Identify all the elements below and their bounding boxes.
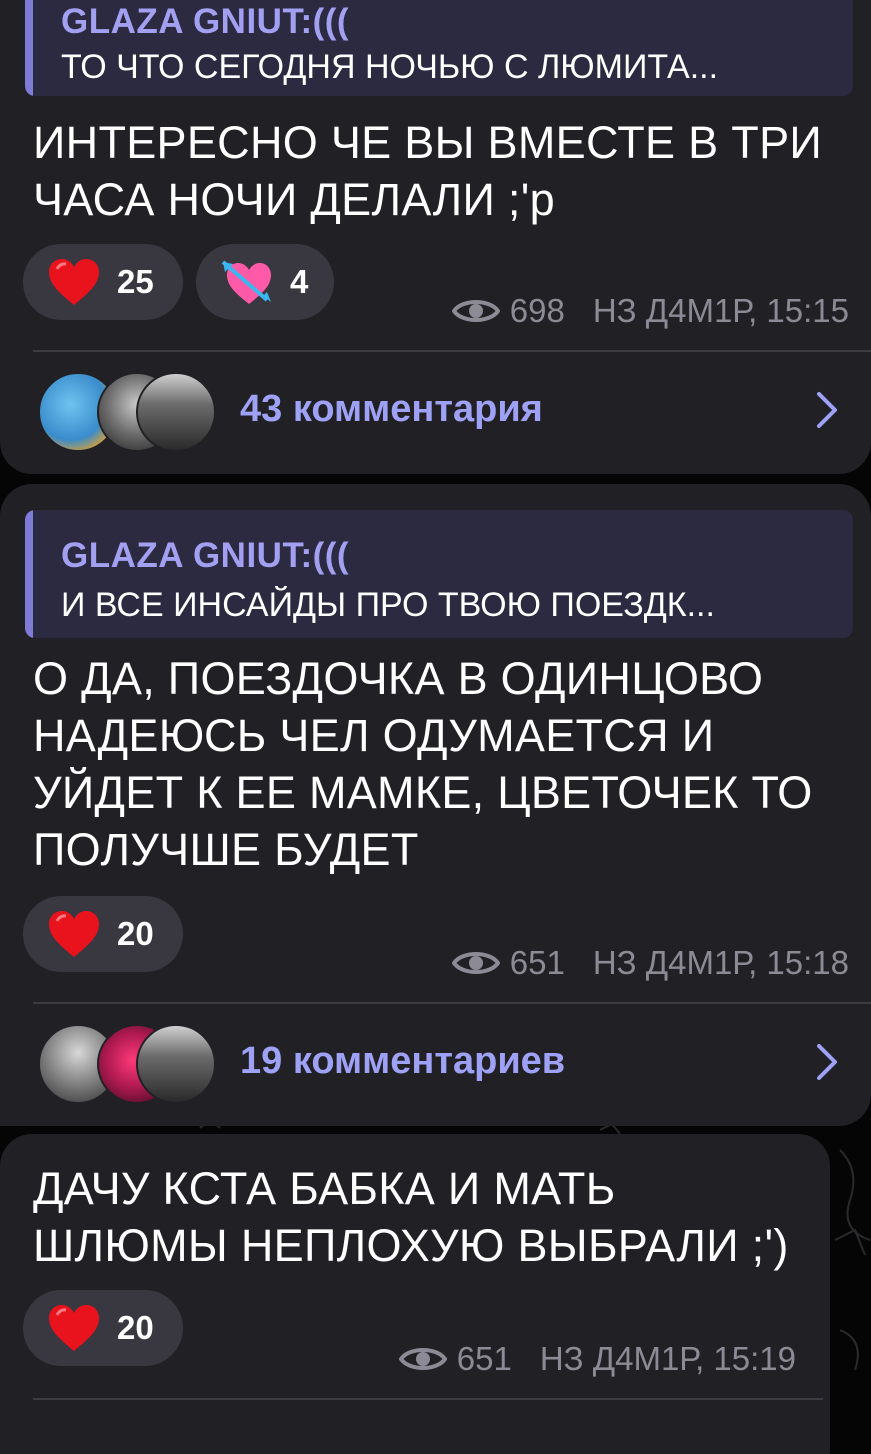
message-meta: 651 НЗ Д4М1Р, 15:19 xyxy=(398,1340,796,1378)
heart-with-arrow-icon xyxy=(216,251,278,313)
message-meta: 698 НЗ Д4М1Р, 15:15 xyxy=(451,292,849,330)
reply-quote[interactable]: GLAZA GNIUT:((( ТО ЧТО СЕГОДНЯ НОЧЬЮ С Л… xyxy=(25,0,853,96)
eye-icon xyxy=(398,1348,447,1370)
divider xyxy=(33,1002,871,1004)
red-heart-icon xyxy=(43,1297,105,1359)
view-count: 651 xyxy=(509,944,565,981)
message-bubble[interactable]: GLAZA GNIUT:((( И ВСЕ ИНСАЙДЫ ПРО ТВОЮ П… xyxy=(0,484,871,1126)
message-bubble[interactable]: ДАЧУ КСТА БАБКА И МАТЬ ШЛЮМЫ НЕПЛОХУЮ ВЫ… xyxy=(0,1134,830,1454)
author-time: НЗ Д4М1Р, 15:19 xyxy=(539,1340,796,1377)
quote-author: GLAZA GNIUT:((( xyxy=(61,2,350,41)
reaction-heart[interactable]: 25 xyxy=(23,244,183,320)
quote-text: ТО ЧТО СЕГОДНЯ НОЧЬЮ С ЛЮМИТА... xyxy=(61,48,719,86)
reply-quote[interactable]: GLAZA GNIUT:((( И ВСЕ ИНСАЙДЫ ПРО ТВОЮ П… xyxy=(25,510,853,638)
comments-count-label: 19 комментариев xyxy=(240,1040,566,1082)
divider xyxy=(33,1398,823,1400)
reaction-count: 4 xyxy=(290,263,309,300)
message-text: О ДА, ПОЕЗДОЧКА В ОДИНЦОВО НАДЕЮСЬ ЧЕЛ О… xyxy=(33,653,813,875)
view-count: 651 xyxy=(456,1340,512,1377)
quote-accent-bar xyxy=(25,0,33,96)
message-text: ДАЧУ КСТА БАБКА И МАТЬ ШЛЮМЫ НЕПЛОХУЮ ВЫ… xyxy=(33,1163,789,1271)
reaction-heart[interactable]: 20 xyxy=(23,896,183,972)
reaction-heart[interactable]: 20 xyxy=(23,1290,183,1366)
message-text: ИНТЕРЕСНО ЧЕ ВЫ ВМЕСТЕ В ТРИ ЧАСА НОЧИ Д… xyxy=(33,117,823,225)
red-heart-icon xyxy=(43,903,105,965)
quote-author: GLAZA GNIUT:((( xyxy=(61,536,350,575)
author-time: НЗ Д4М1Р, 15:15 xyxy=(592,292,849,329)
reaction-count: 20 xyxy=(117,1309,154,1346)
reaction-count: 25 xyxy=(117,263,154,300)
message-meta: 651 НЗ Д4М1Р, 15:18 xyxy=(451,944,849,982)
eye-icon xyxy=(451,952,500,974)
avatar xyxy=(136,372,216,452)
avatar xyxy=(136,1024,216,1104)
eye-icon xyxy=(451,300,500,322)
divider xyxy=(33,350,871,352)
view-count: 698 xyxy=(509,292,565,329)
comments-count-label: 43 комментария xyxy=(240,388,543,430)
reaction-heart-arrow[interactable]: 4 xyxy=(196,244,334,320)
chevron-right-icon xyxy=(817,392,837,428)
chevron-right-icon xyxy=(817,1044,837,1080)
reaction-count: 20 xyxy=(117,915,154,952)
quote-accent-bar xyxy=(25,510,33,638)
red-heart-icon xyxy=(43,251,105,313)
quote-text: И ВСЕ ИНСАЙДЫ ПРО ТВОЮ ПОЕЗДК... xyxy=(61,586,715,624)
comments-button[interactable]: 43 комментария xyxy=(0,364,871,460)
comments-button[interactable]: 19 комментариев xyxy=(0,1016,871,1112)
message-bubble[interactable]: GLAZA GNIUT:((( ТО ЧТО СЕГОДНЯ НОЧЬЮ С Л… xyxy=(0,0,871,474)
author-time: НЗ Д4М1Р, 15:18 xyxy=(592,944,849,981)
